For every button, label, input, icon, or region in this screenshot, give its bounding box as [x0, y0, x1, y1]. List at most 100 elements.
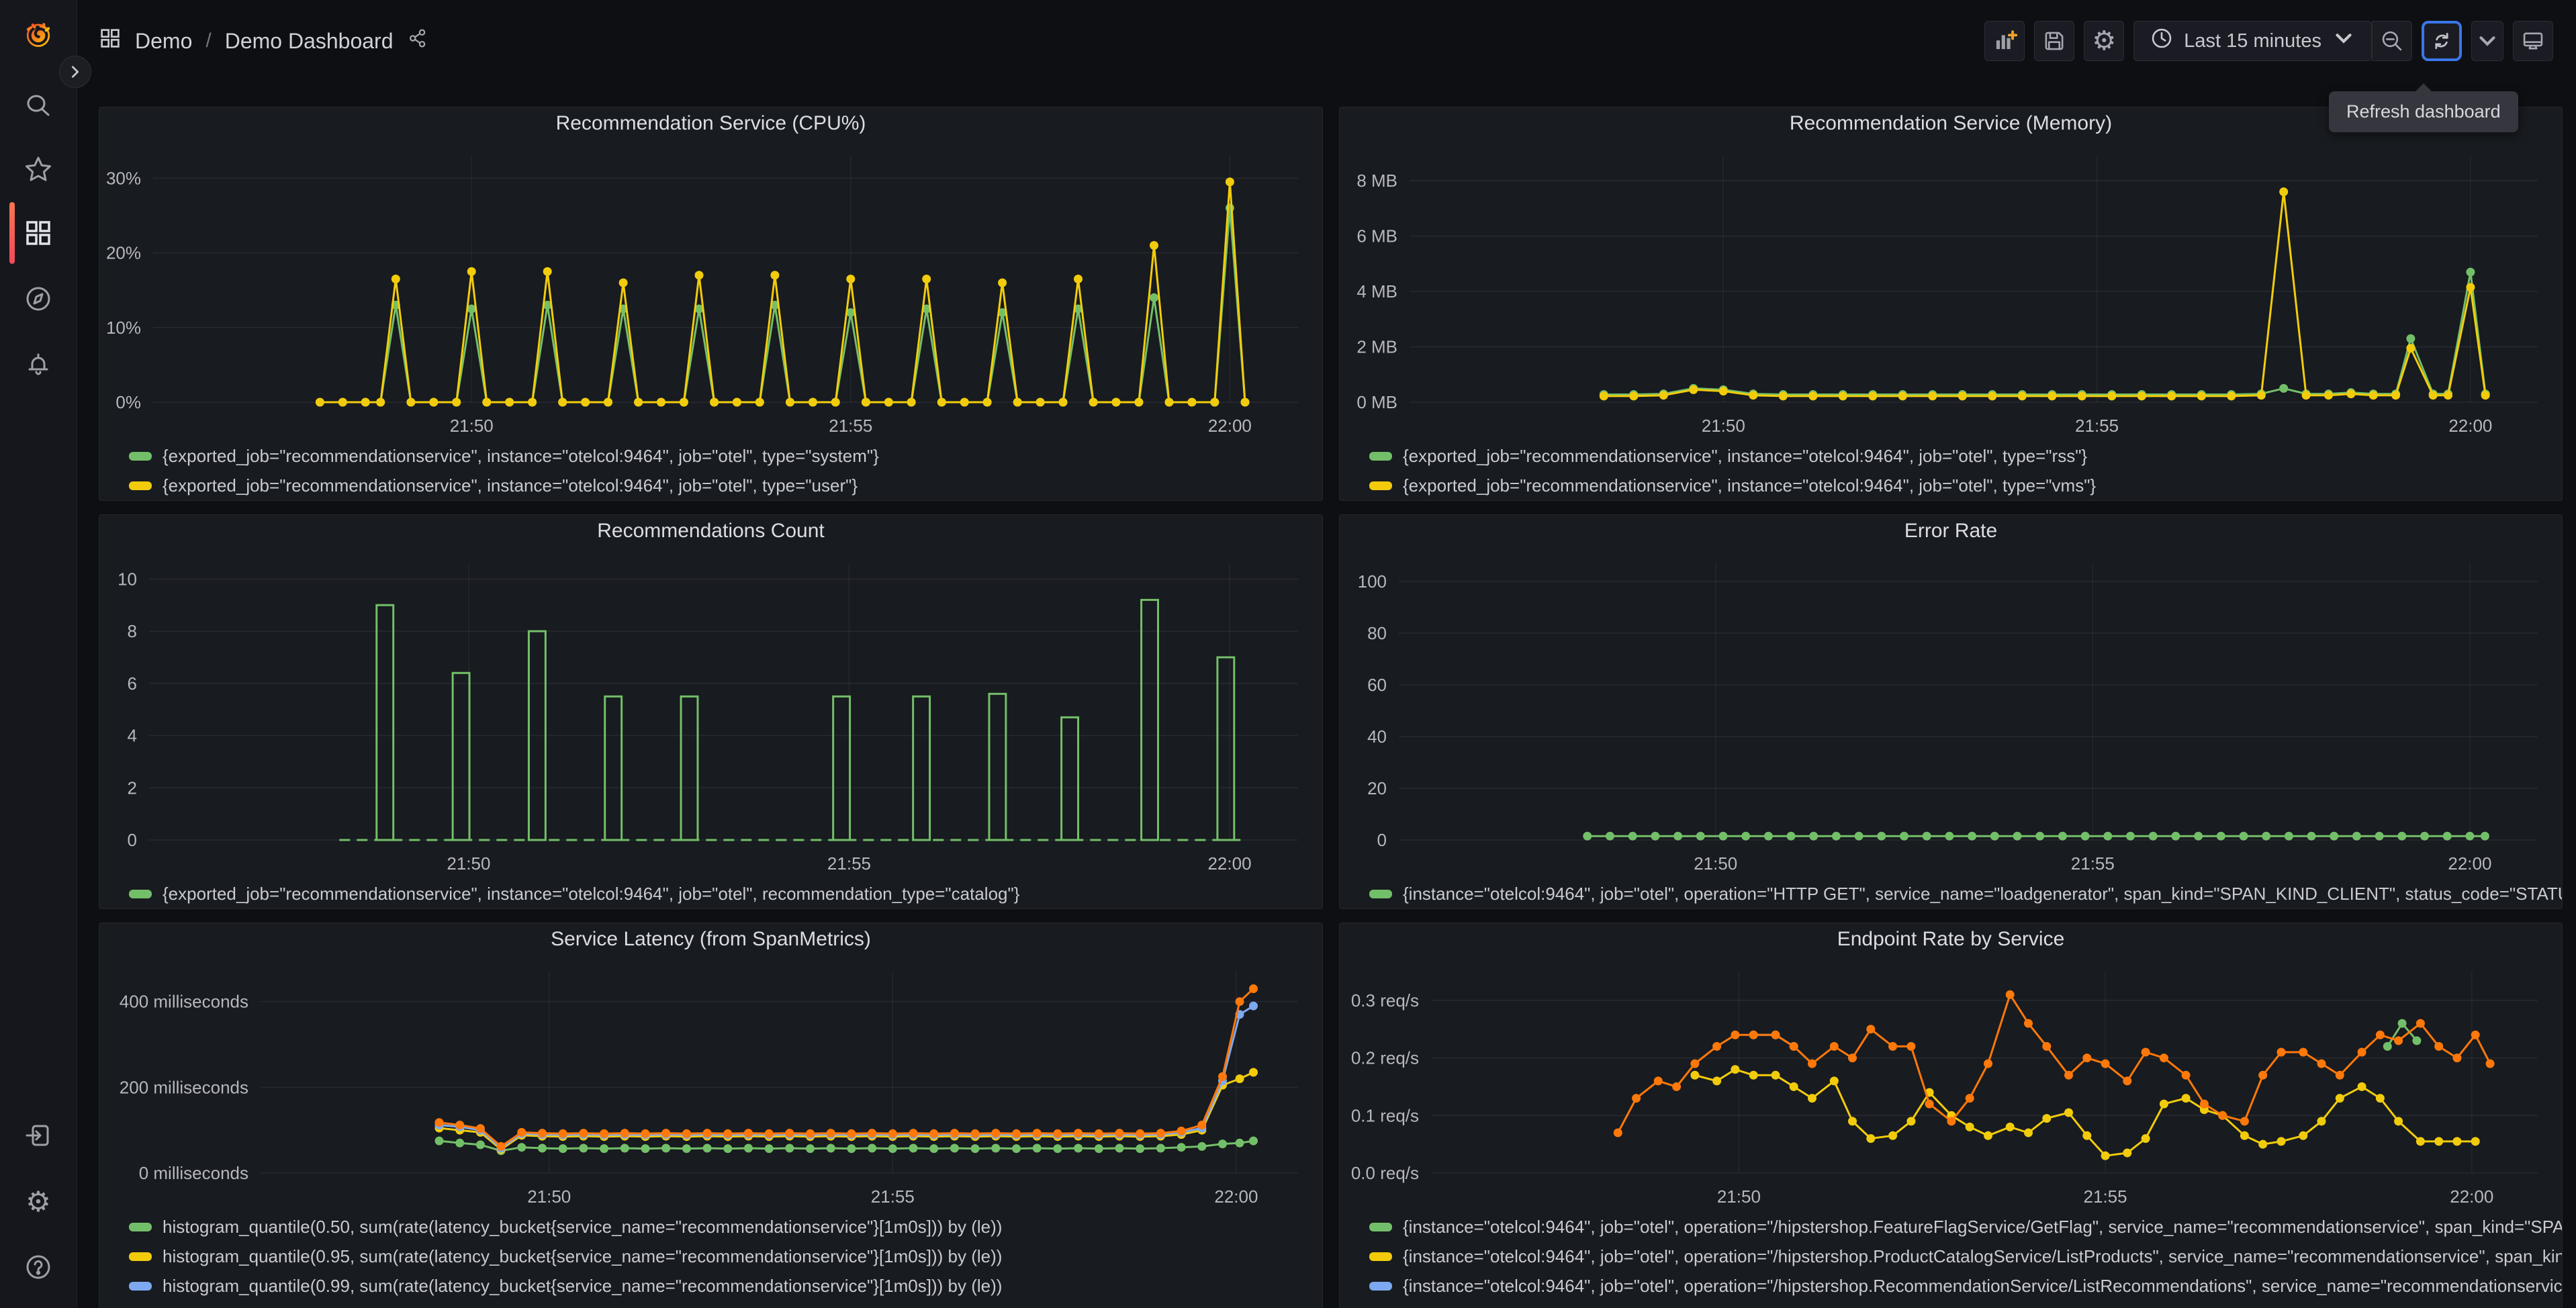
sidebar: ⚙: [0, 0, 77, 1308]
svg-text:21:50: 21:50: [1717, 1186, 1761, 1207]
help-icon[interactable]: [23, 1252, 54, 1282]
endpoint-rate-chart[interactable]: 21:50 21:55 22:00 0.0 req/s 0.1 req/s 0.2 req…: [1340, 955, 2562, 1209]
legend-label: {instance="otelcol:9464", job="otel", op…: [1403, 1246, 2562, 1266]
grafana-logo[interactable]: [23, 19, 54, 50]
svg-text:21:50: 21:50: [527, 1186, 571, 1207]
dashboard-settings-button[interactable]: ⚙: [2084, 21, 2125, 61]
dashboard-toolbar: ⚙ Last 15 minutes: [1984, 21, 2553, 61]
refresh-dashboard-button[interactable]: [2422, 21, 2462, 61]
svg-text:22:00: 22:00: [2448, 853, 2491, 874]
error-rate-legend: {instance="otelcol:9464", job="otel", op…: [1340, 876, 2562, 908]
legend-item[interactable]: {instance="otelcol:9464", job="otel", op…: [1369, 879, 2562, 908]
legend-item[interactable]: histogram_quantile(0.95, sum(rate(latenc…: [129, 1242, 1322, 1271]
svg-text:20: 20: [1367, 778, 1387, 798]
svg-text:40: 40: [1367, 727, 1387, 747]
zoom-out-time-button[interactable]: [2372, 21, 2412, 61]
time-range-picker[interactable]: Last 15 minutes: [2133, 21, 2372, 61]
legend-item[interactable]: {exported_job="recommendationservice", i…: [129, 879, 1322, 908]
panel-title[interactable]: Service Latency (from SpanMetrics): [99, 923, 1322, 955]
legend-item[interactable]: {instance="otelcol:9464", job="otel", op…: [1369, 1212, 2562, 1242]
share-icon[interactable]: [407, 28, 428, 54]
memory-legend: {exported_job="recommendationservice", i…: [1340, 438, 2562, 500]
legend-label: histogram_quantile(0.999, sum(rate(laten…: [163, 1305, 1012, 1308]
svg-text:20%: 20%: [106, 243, 141, 263]
svg-text:22:00: 22:00: [1214, 1186, 1258, 1207]
star-icon[interactable]: [23, 154, 54, 185]
legend-item[interactable]: {instance="otelcol:9464", job="otel", op…: [1369, 1301, 2562, 1308]
legend-item[interactable]: histogram_quantile(0.99, sum(rate(latenc…: [129, 1271, 1322, 1301]
svg-text:2 MB: 2 MB: [1356, 337, 1397, 357]
legend-label: histogram_quantile(0.95, sum(rate(latenc…: [163, 1246, 1003, 1266]
legend-item[interactable]: histogram_quantile(0.50, sum(rate(latenc…: [129, 1212, 1322, 1242]
chevron-down-icon: [2331, 26, 2356, 56]
legend-item[interactable]: {exported_job="recommendationservice", i…: [129, 441, 1322, 471]
svg-text:30%: 30%: [106, 168, 141, 188]
panel-title[interactable]: Error Rate: [1340, 515, 2562, 547]
svg-text:80: 80: [1367, 623, 1387, 643]
error-rate-chart[interactable]: 21:50 21:55 22:00 0 20 40 60 80 100: [1340, 547, 2562, 876]
panel-error-rate: Error Rate 21:50 21:55 22:00 0 20 40 60 80 100 {…: [1339, 514, 2563, 909]
endpoint-rate-legend: {instance="otelcol:9464", job="otel", op…: [1340, 1209, 2562, 1308]
svg-text:0.2 req/s: 0.2 req/s: [1351, 1048, 1419, 1068]
panel-cpu: Recommendation Service (CPU%) 21:50 21:55…: [99, 107, 1323, 501]
legend-item[interactable]: {instance="otelcol:9464", job="otel", op…: [1369, 1242, 2562, 1271]
panel-recommendations-count: Recommendations Count 21:50 21:55 22:00 0 2 4…: [99, 514, 1323, 909]
sidebar-item-dashboards[interactable]: [23, 218, 54, 248]
service-latency-chart[interactable]: 21:50 21:55 22:00 0 milliseconds 200 millise…: [99, 955, 1322, 1209]
refresh-interval-dropdown[interactable]: [2471, 21, 2503, 61]
save-dashboard-button[interactable]: [2034, 21, 2075, 61]
legend-item[interactable]: {exported_job="recommendationservice", i…: [1369, 471, 2562, 500]
svg-text:10: 10: [118, 569, 137, 589]
svg-text:22:00: 22:00: [1208, 416, 1252, 436]
panel-memory: Recommendation Service (Memory) 21:50 21:…: [1339, 107, 2563, 501]
memory-chart[interactable]: 21:50 21:55 22:00 0 MB 2 MB 4 MB 6 MB 8 MB: [1340, 140, 2562, 438]
svg-text:4 MB: 4 MB: [1356, 281, 1397, 301]
legend-label: histogram_quantile(0.99, sum(rate(latenc…: [163, 1275, 1003, 1296]
breadcrumb-page-title: Demo Dashboard: [224, 28, 394, 53]
recommendations-count-legend: {exported_job="recommendationservice", i…: [99, 876, 1322, 908]
panel-title[interactable]: Endpoint Rate by Service: [1340, 923, 2562, 955]
legend-swatch: [1369, 1252, 1392, 1261]
legend-label: {exported_job="recommendationservice", i…: [163, 883, 1020, 904]
panel-endpoint-rate: Endpoint Rate by Service 21:50 21:55 22:00…: [1339, 923, 2563, 1308]
legend-label: histogram_quantile(0.50, sum(rate(latenc…: [163, 1216, 1003, 1237]
svg-text:400 milliseconds: 400 milliseconds: [120, 992, 248, 1012]
recommendations-count-chart[interactable]: 21:50 21:55 22:00 0 2 4 6 8 10: [99, 547, 1322, 876]
svg-text:21:55: 21:55: [2084, 1186, 2127, 1207]
sidebar-expand-button[interactable]: [59, 56, 91, 88]
svg-text:21:55: 21:55: [829, 416, 872, 436]
sign-in-icon[interactable]: [23, 1120, 54, 1151]
cpu-chart[interactable]: 21:50 21:55 22:00 0% 10% 20% 30%: [99, 140, 1322, 438]
legend-item[interactable]: {exported_job="recommendationservice", i…: [1369, 441, 2562, 471]
svg-text:100: 100: [1358, 571, 1387, 592]
cpu-legend: {exported_job="recommendationservice", i…: [99, 438, 1322, 500]
panel-title[interactable]: Recommendations Count: [99, 515, 1322, 547]
svg-text:2: 2: [128, 778, 137, 798]
search-icon[interactable]: [23, 90, 54, 121]
svg-text:21:55: 21:55: [2071, 853, 2115, 874]
legend-item[interactable]: histogram_quantile(0.999, sum(rate(laten…: [129, 1301, 1322, 1308]
svg-text:21:55: 21:55: [827, 853, 871, 874]
svg-text:0.0 req/s: 0.0 req/s: [1351, 1163, 1419, 1183]
gear-icon[interactable]: ⚙: [23, 1186, 54, 1217]
legend-swatch: [129, 481, 152, 490]
legend-swatch: [1369, 481, 1392, 490]
tv-mode-button[interactable]: [2513, 21, 2553, 61]
add-panel-button[interactable]: [1984, 21, 2025, 61]
legend-swatch: [129, 1222, 152, 1231]
legend-item[interactable]: {instance="otelcol:9464", job="otel", op…: [1369, 1271, 2562, 1301]
panel-service-latency: Service Latency (from SpanMetrics) 21:50…: [99, 923, 1323, 1308]
svg-text:8 MB: 8 MB: [1356, 171, 1397, 191]
sidebar-item-explore[interactable]: [23, 283, 54, 314]
legend-swatch: [129, 1281, 152, 1291]
clock-icon: [2149, 26, 2174, 56]
svg-text:6: 6: [128, 673, 137, 694]
svg-text:10%: 10%: [106, 318, 141, 338]
legend-swatch: [1369, 1281, 1392, 1291]
sidebar-item-alerting[interactable]: [23, 349, 54, 380]
panel-title[interactable]: Recommendation Service (CPU%): [99, 107, 1322, 140]
svg-text:0 MB: 0 MB: [1356, 392, 1397, 412]
breadcrumb-section[interactable]: Demo: [135, 29, 192, 54]
legend-item[interactable]: {exported_job="recommendationservice", i…: [129, 471, 1322, 500]
legend-swatch: [129, 451, 152, 461]
